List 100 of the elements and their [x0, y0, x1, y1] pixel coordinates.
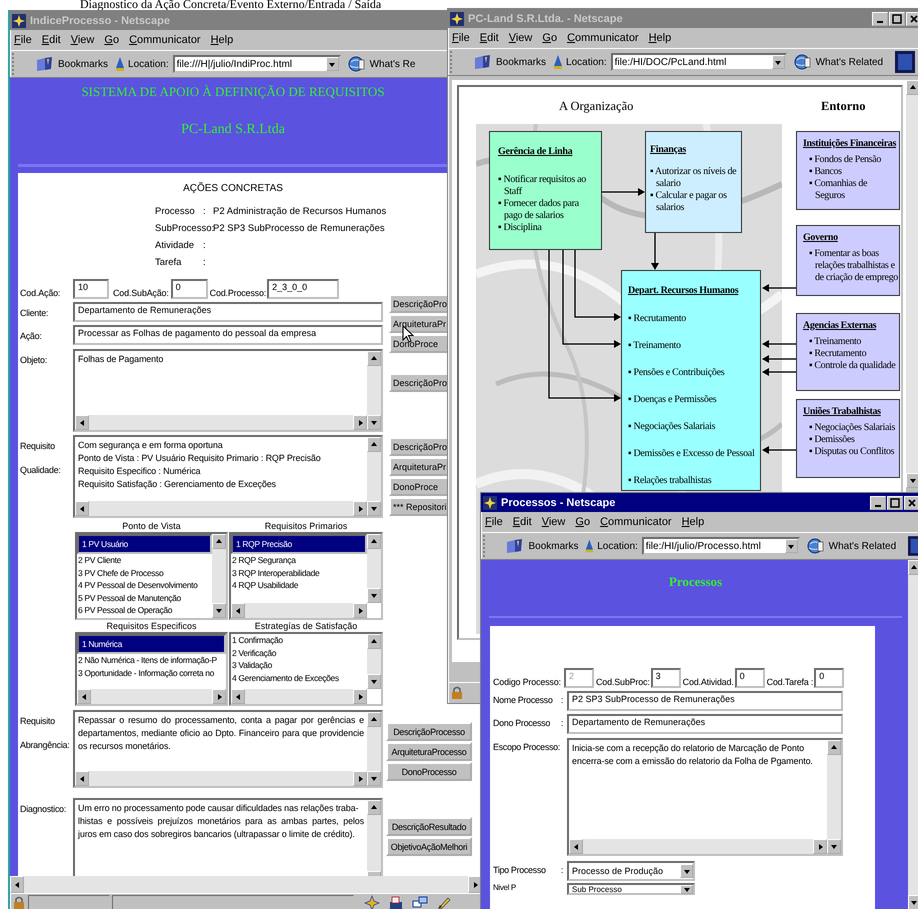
list-item[interactable]: 3 Oportunidade - Informação correta no — [77, 666, 226, 679]
scrollbar[interactable] — [367, 634, 381, 689]
whats-related-button[interactable]: What's Related — [790, 53, 886, 71]
location-field[interactable]: file:/HI/DOC/PcLand.html — [610, 53, 787, 71]
text-area[interactable]: Folhas de Pagamento — [73, 349, 383, 432]
close-button[interactable] — [904, 496, 918, 510]
menu-item[interactable]: Edit — [480, 32, 499, 44]
scrollbar[interactable] — [212, 534, 226, 618]
list-item[interactable]: 2 PV Cliente — [77, 554, 212, 566]
location-field[interactable]: file:/HI/julio/Processo.html — [642, 537, 800, 555]
form-button[interactable]: DescriçãoPro — [389, 373, 449, 392]
chat-icon[interactable] — [412, 894, 428, 909]
list-item[interactable]: 2 Verificação — [231, 646, 367, 659]
scrollbar[interactable] — [75, 771, 367, 786]
pen-icon[interactable] — [436, 894, 452, 909]
list-box[interactable]: 1 Confirmação 2 Verificação 3 Validação 4 Gerenciamento de Exceções — [229, 632, 383, 706]
form-button[interactable]: ArquiteturaProcesso — [386, 742, 472, 761]
scrollbar[interactable] — [367, 437, 381, 516]
form-button[interactable]: ArquiteturaPr — [389, 314, 449, 333]
input-field[interactable]: 0 — [170, 279, 208, 299]
list-item[interactable]: 1 Numérica — [77, 634, 226, 654]
whats-related-button[interactable]: What's Related — [804, 537, 898, 555]
menu-item[interactable]: File — [485, 516, 503, 528]
dropdown[interactable]: Processo de Produção — [567, 861, 695, 881]
minimize-button[interactable] — [870, 496, 886, 510]
form-button[interactable]: DescriçãoProcesso — [386, 722, 472, 741]
scrollbar[interactable] — [75, 501, 367, 516]
list-box[interactable]: 1 Numérica 2 Não Numérica - Itens de informação-P 3 Oportunidade - Informação correta no — [75, 632, 228, 706]
menu-item[interactable]: Help — [682, 516, 704, 528]
scrollbar[interactable] — [367, 534, 381, 603]
scrollbar[interactable] — [906, 80, 918, 488]
menu-item[interactable]: Help — [210, 34, 234, 46]
input-field[interactable]: 0 — [734, 668, 765, 688]
list-item[interactable]: 4 RQP Usabilidade — [231, 579, 367, 592]
text-area[interactable]: Com segurança e em forma oportuna Ponto de Vista : PV Usuário Requisito Primario : RQP Precisão Requisito Especifico : Numérica Requisito Satisfação : Gerenciamento de Exceções — [73, 435, 383, 518]
text-area[interactable]: Repassar o resumo do processamento, conta a pagar por gerências e departamentos, mediante oficio ao Dpto. Financeiro para que providencie os recursos monetários. — [73, 710, 383, 788]
input-field[interactable]: 2_3_0_0 — [267, 279, 340, 299]
dropdown[interactable]: Sub Processo — [567, 883, 695, 895]
minimize-button[interactable] — [872, 12, 888, 26]
scrollbar[interactable] — [569, 839, 827, 854]
scrollbar[interactable] — [77, 689, 226, 704]
list-item[interactable]: 5 PV Pessoal de Manutenção — [77, 592, 212, 604]
input-field[interactable]: P2 SP3 SubProcesso de Remunerações — [567, 691, 843, 711]
form-button[interactable]: DonoProce — [389, 334, 449, 353]
menu-item[interactable]: Help — [648, 32, 672, 44]
list-item[interactable]: 3 RQP Interoperabilidade — [231, 566, 367, 579]
form-button[interactable]: DescriçãoPro — [389, 294, 449, 313]
input-field[interactable]: Departamento de Remunerações — [567, 714, 843, 734]
menu-item[interactable]: Communicator — [600, 516, 672, 528]
compass-icon[interactable] — [364, 894, 380, 909]
list-item[interactable]: 1 Confirmação — [231, 634, 367, 646]
scrollbar[interactable] — [75, 415, 367, 430]
menu-item[interactable]: File — [14, 34, 32, 46]
menu-item[interactable]: File — [452, 32, 470, 44]
scrollbar[interactable] — [908, 560, 918, 909]
list-item[interactable]: 2 Não Numérica - Itens de informação-P — [77, 654, 226, 666]
maximize-button[interactable] — [889, 12, 905, 26]
scrollbar[interactable] — [10, 876, 482, 893]
list-box[interactable]: 1 RQP Precisão 2 RQP Segurança 3 RQP Interoperabilidade 4 RQP Usabilidade — [229, 532, 383, 620]
list-box[interactable]: 1 PV Usuário 2 PV Cliente 3 PV Chefe de Processo 4 PV Pessoal de Desenvolvimento 5 PV Pessoal de Manutenção 6 PV Pessoal de Operação — [75, 532, 228, 620]
bookmarks-button[interactable]: Bookmarks — [33, 56, 110, 72]
scrollbar[interactable] — [367, 351, 381, 430]
list-item[interactable]: 4 Gerenciamento de Exceções — [231, 672, 367, 684]
maximize-button[interactable] — [887, 496, 903, 510]
text-area[interactable]: Inicia-se com a recepção do relatorio de Marcação de Ponto encerra-se com a emissão do relatorio da Folha de Pgamento. — [567, 738, 843, 856]
menu-item[interactable]: Edit — [42, 34, 61, 46]
menu-item[interactable]: Edit — [512, 516, 532, 528]
input-field[interactable]: 0 — [814, 668, 844, 688]
scrollbar[interactable] — [367, 712, 381, 786]
list-item[interactable]: 3 Validação — [231, 659, 367, 672]
location-field[interactable]: file:///H|/julio/IndiProc.html — [172, 55, 341, 73]
menu-item[interactable]: View — [70, 34, 94, 46]
form-button[interactable]: DonoProcesso — [386, 762, 472, 781]
menu-item[interactable]: View — [542, 516, 566, 528]
input-field[interactable]: 3 — [650, 668, 681, 688]
list-item[interactable]: 2 RQP Segurança — [231, 554, 367, 566]
whats-related-button[interactable]: What's Re — [344, 55, 418, 73]
scrollbar[interactable] — [231, 603, 367, 618]
input-field[interactable]: Processar as Folhas de pagamento do pessoal da empresa — [73, 325, 383, 345]
bookmarks-button[interactable]: Bookmarks — [503, 538, 580, 554]
form-button[interactable]: DonoProce — [389, 477, 449, 496]
menu-item[interactable]: Communicator — [567, 32, 639, 44]
menu-item[interactable]: Go — [542, 32, 558, 44]
list-item[interactable]: 1 RQP Precisão — [231, 534, 367, 554]
close-button[interactable] — [906, 12, 918, 26]
form-button[interactable]: ObjetivoAçãoMelhori — [386, 837, 472, 856]
input-field[interactable]: 10 — [73, 279, 109, 299]
list-item[interactable]: 1 PV Usuário — [77, 534, 212, 554]
input-field[interactable]: Departamento de Remunerações — [73, 302, 383, 322]
scrollbar[interactable] — [231, 689, 367, 704]
bookmarks-button[interactable]: Bookmarks — [471, 54, 548, 70]
menu-item[interactable]: View — [508, 32, 532, 44]
form-button[interactable]: ArquiteturaPr — [389, 457, 449, 476]
form-button[interactable]: *** Repositori — [389, 497, 449, 516]
list-item[interactable]: 4 PV Pessoal de Desenvolvimento — [77, 579, 212, 592]
menu-item[interactable]: Go — [575, 516, 590, 528]
list-item[interactable]: 3 PV Chefe de Processo — [77, 566, 212, 579]
menu-item[interactable]: Communicator — [129, 34, 201, 46]
list-item[interactable]: 6 PV Pessoal de Operação — [77, 604, 212, 616]
scrollbar[interactable] — [827, 740, 841, 854]
